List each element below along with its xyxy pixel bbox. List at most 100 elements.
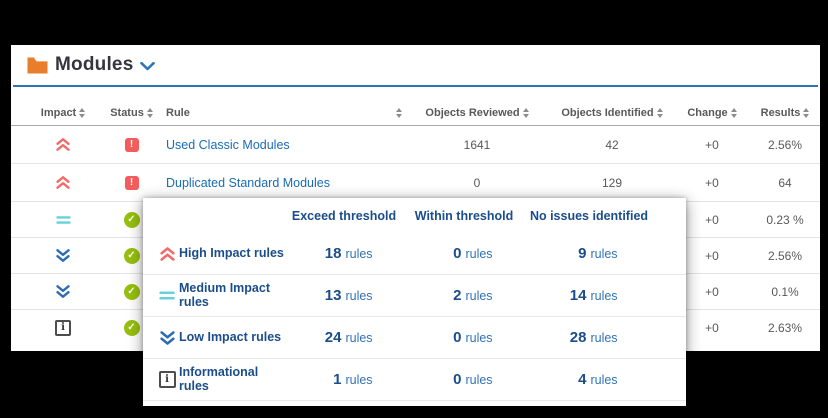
column-label: Results xyxy=(761,107,801,119)
sort-icon[interactable] xyxy=(731,108,737,118)
count-value: 0 xyxy=(435,329,461,346)
count-value: 2 xyxy=(435,287,461,304)
column-header-objects-identified[interactable]: Objects Identified xyxy=(552,107,672,119)
count-unit: rules xyxy=(345,331,372,345)
sort-icon[interactable] xyxy=(147,108,153,118)
popup-column-no-issues: No issues identified xyxy=(524,209,654,223)
popup-row-label: High Impact rules xyxy=(179,247,284,261)
count-value: 28 xyxy=(560,329,586,346)
column-header-results[interactable]: Results xyxy=(752,107,818,119)
column-header-objects-reviewed[interactable]: Objects Reviewed xyxy=(402,107,552,119)
rule-link[interactable]: Used Classic Modules xyxy=(166,138,290,152)
count-unit: rules xyxy=(345,247,372,261)
column-header-rule[interactable]: Rule xyxy=(166,107,402,119)
popup-header-row: Exceed threshold Within threshold No iss… xyxy=(143,198,686,233)
popup-row-informational: i Informational rules 1 rules 0 rules 4 rul… xyxy=(143,359,686,401)
high-impact-icon xyxy=(55,137,71,152)
popup-row-medium-impact: Medium Impact rules 13 rules 2 rules 14 rul… xyxy=(143,275,686,317)
count-unit: rules xyxy=(465,331,492,345)
count-unit: rules xyxy=(345,373,372,387)
low-impact-icon xyxy=(159,330,176,346)
count-value: 4 xyxy=(560,371,586,388)
column-header-impact[interactable]: Impact xyxy=(39,107,87,119)
table-row: ! Duplicated Standard Modules 0 129 +0 6… xyxy=(11,163,820,201)
count-value: 14 xyxy=(560,287,586,304)
count-unit: rules xyxy=(465,247,492,261)
count-value: 0 xyxy=(435,245,461,262)
low-impact-icon xyxy=(55,284,71,299)
column-label: Change xyxy=(687,107,727,119)
column-label: Status xyxy=(110,107,144,119)
popup-row-low-impact: Low Impact rules 24 rules 0 rules 28rules xyxy=(143,317,686,359)
change-value: +0 xyxy=(705,176,719,190)
results-value: 2.56% xyxy=(768,138,802,152)
count-value: 24 xyxy=(315,329,341,346)
within-threshold-count[interactable]: 2 rules xyxy=(404,287,524,304)
no-issues-count[interactable]: 4 rules xyxy=(524,371,654,388)
column-header-change[interactable]: Change xyxy=(672,107,752,119)
sort-icon[interactable] xyxy=(523,108,529,118)
ok-status-icon: ✓ xyxy=(124,212,140,228)
exceed-threshold-count[interactable]: 18rules xyxy=(284,245,404,262)
popup-row-label: Low Impact rules xyxy=(179,331,284,345)
objects-reviewed-value: 0 xyxy=(474,176,481,190)
informational-impact-icon: i xyxy=(55,320,71,336)
count-value: 9 xyxy=(560,245,586,262)
panel-title-row: Modules xyxy=(11,45,820,85)
objects-identified-value: 42 xyxy=(605,138,618,152)
sort-icon[interactable] xyxy=(79,108,85,118)
within-threshold-count[interactable]: 0 rules xyxy=(404,329,524,346)
modules-dropdown-chevron-icon[interactable] xyxy=(140,58,155,76)
count-unit: rules xyxy=(590,289,617,303)
count-value: 1 xyxy=(315,371,341,388)
table-row: ! Used Classic Modules 1641 42 +0 2.56% xyxy=(11,126,820,163)
column-label: Objects Reviewed xyxy=(425,107,519,119)
count-unit: rules xyxy=(465,373,492,387)
count-value: 0 xyxy=(435,371,461,388)
exceed-threshold-count[interactable]: 13 rules xyxy=(284,287,404,304)
results-value: 0.23 % xyxy=(766,213,803,227)
results-value: 2.56% xyxy=(768,249,802,263)
within-threshold-count[interactable]: 0 rules xyxy=(404,371,524,388)
objects-reviewed-value: 1641 xyxy=(464,138,491,152)
low-impact-icon xyxy=(55,248,71,263)
exceed-threshold-count[interactable]: 1 rules xyxy=(284,371,404,388)
change-value: +0 xyxy=(705,285,719,299)
alert-status-icon: ! xyxy=(125,176,139,190)
column-label: Impact xyxy=(41,107,76,119)
popup-column-exceed-threshold: Exceed threshold xyxy=(284,209,404,223)
rules-summary-popup: Exceed threshold Within threshold No iss… xyxy=(143,198,686,406)
count-unit: rules xyxy=(590,247,617,261)
change-value: +0 xyxy=(705,213,719,227)
change-value: +0 xyxy=(705,321,719,335)
no-issues-count[interactable]: 9 rules xyxy=(524,245,654,262)
alert-status-icon: ! xyxy=(125,138,139,152)
exceed-threshold-count[interactable]: 24 rules xyxy=(284,329,404,346)
rule-link[interactable]: Duplicated Standard Modules xyxy=(166,176,330,190)
ok-status-icon: ✓ xyxy=(124,284,140,300)
count-unit: rules xyxy=(465,289,492,303)
column-label: Rule xyxy=(166,107,190,119)
medium-impact-icon xyxy=(159,290,175,301)
sort-icon[interactable] xyxy=(657,108,663,118)
high-impact-icon xyxy=(55,175,71,190)
popup-row-label: Informational rules xyxy=(179,366,284,394)
count-unit: rules xyxy=(590,373,617,387)
sort-icon[interactable] xyxy=(803,108,809,118)
no-issues-count[interactable]: 14 rules xyxy=(524,287,654,304)
change-value: +0 xyxy=(705,249,719,263)
count-unit: rules xyxy=(345,289,372,303)
results-value: 0.1% xyxy=(771,285,798,299)
objects-identified-value: 129 xyxy=(602,176,622,190)
informational-impact-icon: i xyxy=(159,371,176,388)
within-threshold-count[interactable]: 0 rules xyxy=(404,245,524,262)
popup-row-high-impact: High Impact rules 18rules 0 rules 9 rules xyxy=(143,233,686,275)
no-issues-count[interactable]: 28rules xyxy=(524,329,654,346)
folder-icon xyxy=(27,57,48,74)
count-value: 13 xyxy=(315,287,341,304)
column-header-status[interactable]: Status xyxy=(108,107,155,119)
popup-row-label: Medium Impact rules xyxy=(179,282,284,310)
ok-status-icon: ✓ xyxy=(124,320,140,336)
results-value: 2.63% xyxy=(768,321,802,335)
ok-status-icon: ✓ xyxy=(124,248,140,264)
